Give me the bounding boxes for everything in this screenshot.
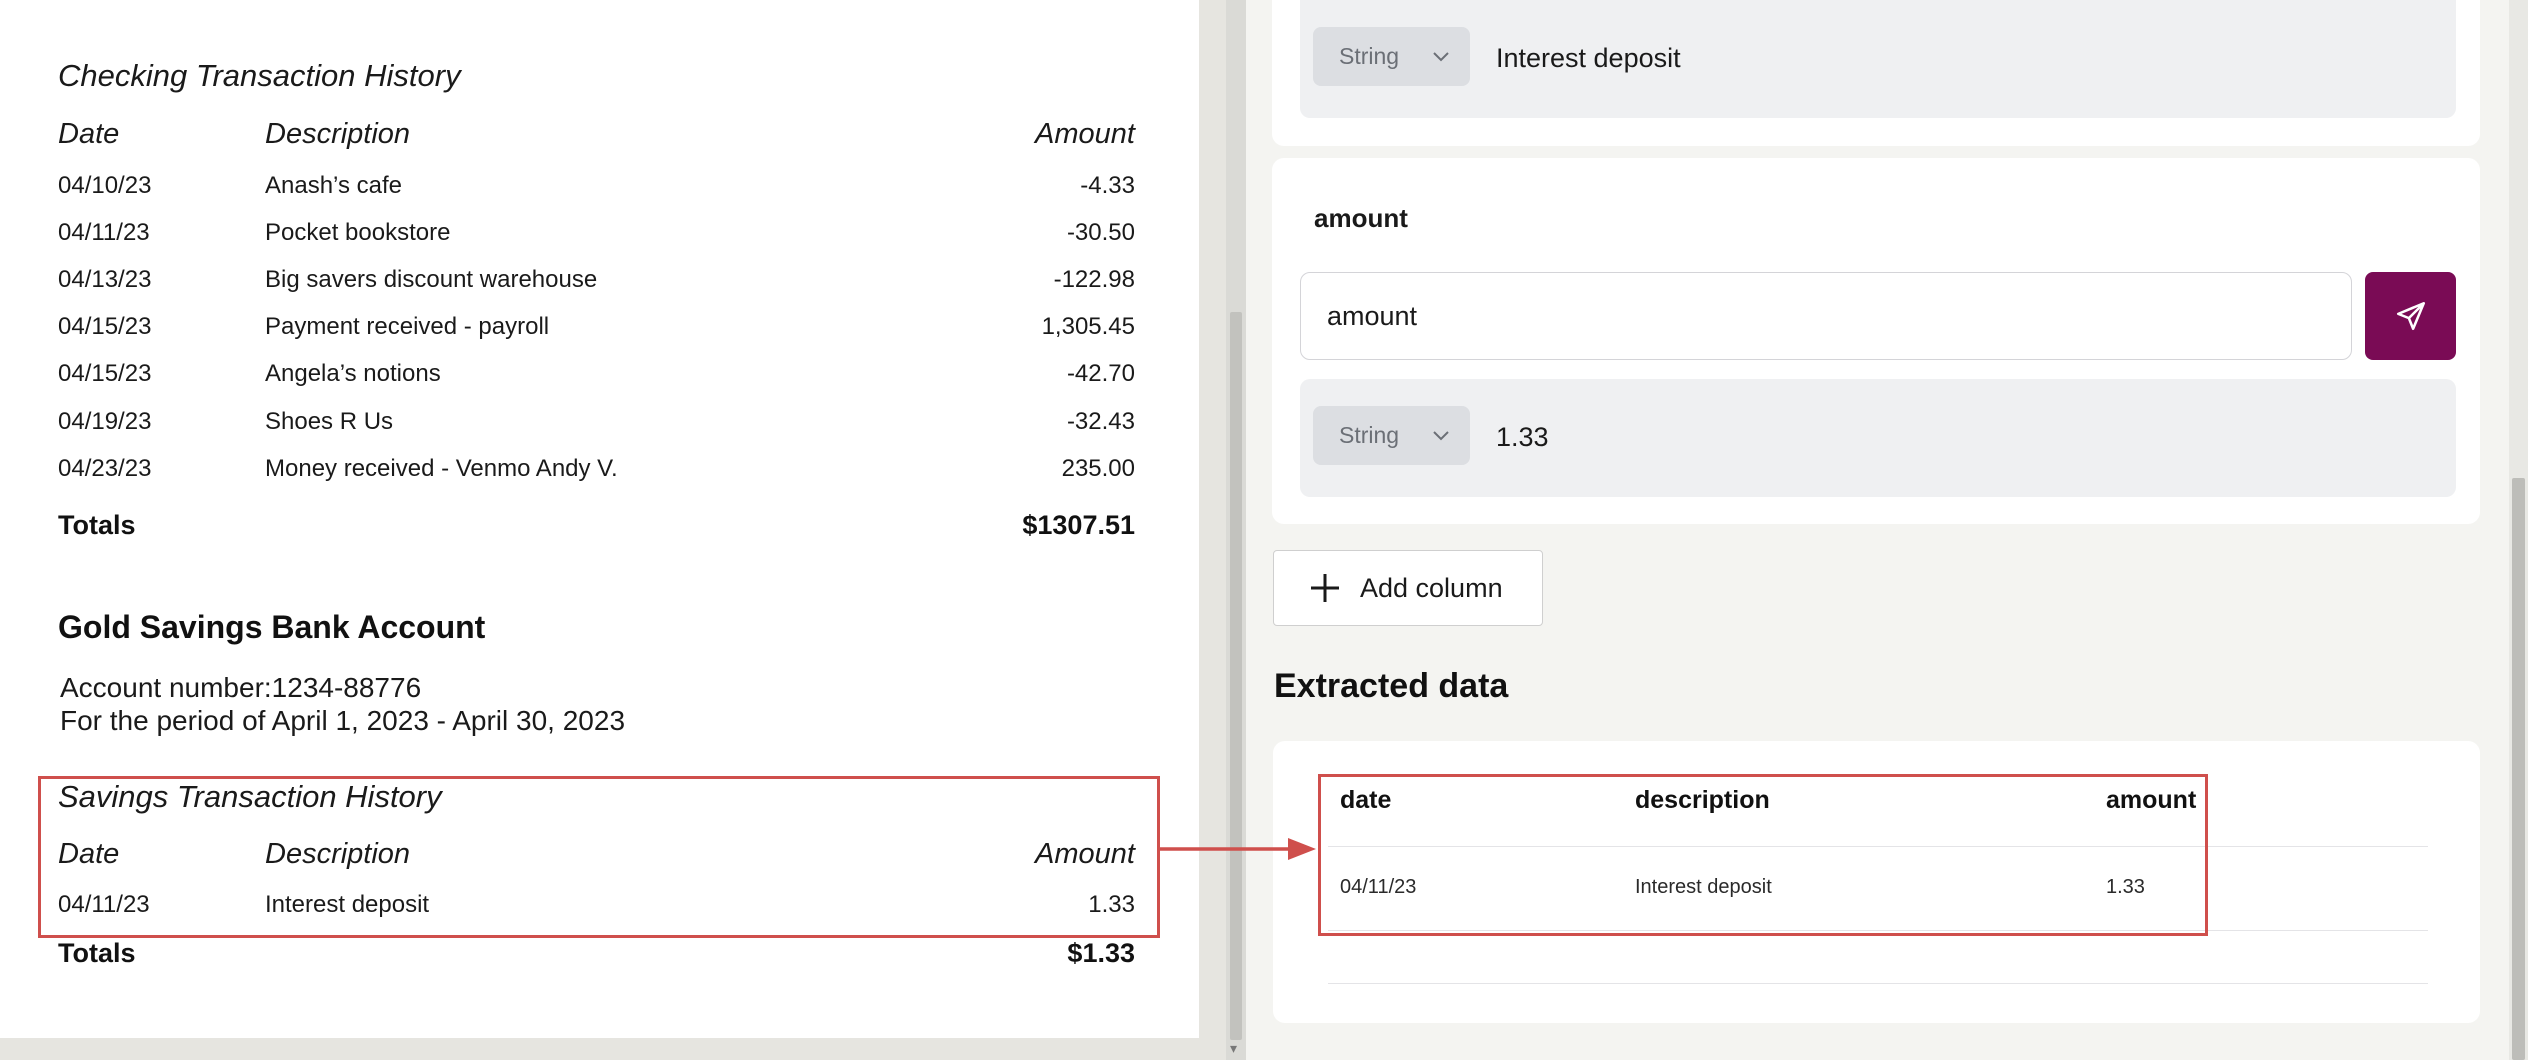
row-date: 04/15/23 <box>58 360 152 387</box>
amount-column-input[interactable]: amount <box>1300 272 2352 360</box>
checking-totals-label: Totals <box>58 510 136 540</box>
scroll-down-arrow-icon[interactable]: ▾ <box>1230 1040 1237 1057</box>
statement-period: For the period of April 1, 2023 - April … <box>60 705 626 736</box>
row-amount: -30.50 <box>1066 219 1135 246</box>
row-description: Big savers discount warehouse <box>265 266 598 293</box>
row-amount: -122.98 <box>1053 266 1135 293</box>
row-description: Angela’s notions <box>265 360 441 387</box>
checking-date-header: Date <box>58 118 120 150</box>
checking-description-header: Description <box>265 118 411 150</box>
document-scrollbar-thumb[interactable] <box>1230 312 1242 1040</box>
account-number: Account number:1234-88776 <box>60 672 422 703</box>
row-amount: -4.33 <box>1080 172 1135 199</box>
type-select-label: String <box>1339 422 1400 448</box>
row-divider <box>1328 983 2428 984</box>
checking-totals-value: $1307.51 <box>1022 510 1135 540</box>
amount-field-label: amount <box>1314 203 1408 233</box>
row-date: 04/19/23 <box>58 408 152 435</box>
source-highlight-box <box>38 776 1160 938</box>
savings-totals-value: $1.33 <box>1067 938 1135 968</box>
send-button[interactable] <box>2365 272 2456 360</box>
row-description: Anash’s cafe <box>265 172 402 199</box>
target-highlight-box <box>1318 774 2208 936</box>
row-description: Payment received - payroll <box>265 313 550 340</box>
savings-totals-label: Totals <box>58 938 136 968</box>
description-preview-box <box>1300 0 2456 118</box>
panel-scrollbar-thumb[interactable] <box>2512 478 2525 1060</box>
amount-type-select[interactable]: String <box>1313 406 1470 465</box>
chevron-down-icon <box>1433 430 1449 440</box>
row-amount: 235.00 <box>1061 455 1135 482</box>
row-amount: 1,305.45 <box>1041 313 1135 340</box>
add-column-label: Add column <box>1360 572 1503 603</box>
amount-preview-value: 1.33 <box>1496 422 1549 452</box>
send-icon <box>2396 301 2425 331</box>
row-amount: -32.43 <box>1066 408 1135 435</box>
row-amount: -42.70 <box>1066 360 1135 387</box>
row-date: 04/23/23 <box>58 455 152 482</box>
row-date: 04/13/23 <box>58 266 152 293</box>
checking-history-title: Checking Transaction History <box>58 58 461 93</box>
chevron-down-icon <box>1433 51 1449 61</box>
type-select-label: String <box>1339 43 1400 69</box>
row-date: 04/15/23 <box>58 313 152 340</box>
checking-amount-header: Amount <box>1035 118 1135 150</box>
description-preview-value: Interest deposit <box>1496 43 1681 73</box>
row-description: Shoes R Us <box>265 408 394 435</box>
amount-preview-box <box>1300 379 2456 497</box>
description-type-select[interactable]: String <box>1313 27 1470 86</box>
row-date: 04/10/23 <box>58 172 152 199</box>
row-description: Money received - Venmo Andy V. <box>265 455 618 482</box>
row-description: Pocket bookstore <box>265 219 451 246</box>
add-column-button[interactable]: Add column <box>1273 550 1543 626</box>
extracted-data-heading: Extracted data <box>1274 667 1509 705</box>
row-date: 04/11/23 <box>58 219 150 246</box>
plus-icon <box>1311 574 1339 602</box>
mapping-arrow-icon <box>1160 838 1316 860</box>
savings-account-title: Gold Savings Bank Account <box>58 609 486 645</box>
